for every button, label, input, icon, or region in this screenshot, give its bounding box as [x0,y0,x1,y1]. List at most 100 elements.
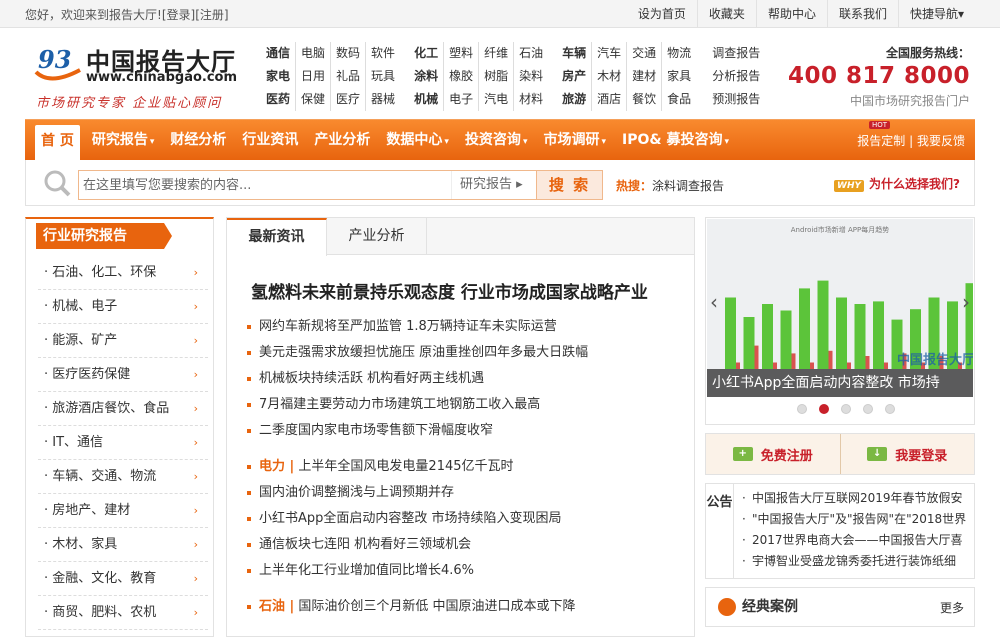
category-link[interactable]: 交通 [626,42,661,65]
slide-prev-icon[interactable]: ‹ [710,290,718,314]
login-button[interactable]: ↓ 我要登录 [841,434,975,474]
category-link[interactable]: 汽电 [478,88,513,111]
list-item[interactable]: 中国报告大厅互联网2019年春节放假安 [742,488,970,509]
list-item[interactable]: 美元走强需求放缓担忧施压 原油重挫创四年多最大日跌幅 [245,340,685,366]
category-link[interactable]: 医疗 [330,88,365,111]
category-link[interactable]: 电子 [443,88,478,111]
category-link[interactable]: 橡胶 [443,65,478,88]
slide-dot[interactable] [885,404,895,414]
list-item[interactable]: · 金融、文化、教育 › [38,562,208,596]
help-center-link[interactable]: 帮助中心 [755,0,827,28]
category-link[interactable]: 汽车 [591,42,626,65]
category-link[interactable]: 食品 [661,88,696,111]
cases-more-link[interactable]: 更多 [940,599,964,616]
category-link[interactable]: 木材 [591,65,626,88]
nav-item[interactable]: 产业分析 [306,120,378,161]
slide-caption[interactable]: 小红书App全面启动内容整改 市场持 [707,369,973,397]
category-link[interactable]: 医药 [266,88,295,111]
list-item[interactable]: 二季度国内家电市场零售额下滑幅度收窄 [245,418,685,444]
category-link[interactable]: 石油 [513,42,548,65]
slide-next-icon[interactable]: › [962,290,970,314]
category-link[interactable]: 物流 [661,42,696,65]
slide-dot[interactable] [819,404,829,414]
search-category-select[interactable]: 研究报告 ▸ [451,171,536,199]
category-link[interactable]: 日用 [295,65,330,88]
news-headline[interactable]: 氢燃料未来前景持乐观态度 行业市场成国家战略产业 [251,278,648,303]
category-link[interactable]: 数码 [330,42,365,65]
category-link[interactable]: 礼品 [330,65,365,88]
list-item[interactable]: "中国报告大厅"及"报告网"在"2018世界 [742,509,970,530]
category-link[interactable]: 车辆 [562,42,591,65]
nav-item[interactable]: 财经分析 [162,120,234,161]
list-item[interactable]: · 木材、家具 › [38,528,208,562]
list-item[interactable]: · 医疗医药保健 › [38,358,208,392]
category-link[interactable]: 家具 [661,65,696,88]
category-link[interactable]: 餐饮 [626,88,661,111]
nav-item[interactable]: 数据中心 ▾ [378,120,457,161]
category-link[interactable]: 房产 [562,65,591,88]
category-link[interactable]: 软件 [365,42,400,65]
register-button[interactable]: + 免费注册 [706,434,841,474]
category-link[interactable]: 机械 [414,88,443,111]
news-category[interactable]: 石油 | [259,599,294,614]
category-link[interactable]: 塑料 [443,42,478,65]
list-item[interactable]: 2017世界电商大会——中国报告大厅喜 [742,530,970,551]
category-link[interactable]: 纤维 [478,42,513,65]
list-item[interactable]: · 房地产、建材 › [38,494,208,528]
analysis-report-link[interactable]: 分析报告 [712,65,760,88]
category-link[interactable]: 材料 [513,88,548,111]
survey-report-link[interactable]: 调查报告 [712,42,760,65]
list-item[interactable]: · 旅游酒店餐饮、食品 › [38,392,208,426]
category-link[interactable]: 电脑 [295,42,330,65]
slide-dot[interactable] [841,404,851,414]
list-item[interactable]: · 石油、化工、环保 › [38,256,208,290]
list-item[interactable]: 机械板块持续活跃 机构看好两主线机遇 [245,366,685,392]
list-item[interactable]: 上半年化工行业增加值同比增长4.6% [245,558,685,584]
tab-latest-news[interactable]: 最新资讯 [227,218,327,256]
site-logo[interactable]: 93 中国报告大厅 www.chinabgao.com 市场研究专家 企业贴心顾… [30,40,250,115]
forecast-report-link[interactable]: 预测报告 [712,88,760,111]
category-link[interactable]: 通信 [266,42,295,65]
search-input[interactable] [79,171,451,199]
category-link[interactable]: 酒店 [591,88,626,111]
set-homepage-link[interactable]: 设为首页 [627,0,697,28]
report-custom-link[interactable]: 报告定制 [857,134,905,148]
news-category[interactable]: 电力 | [259,459,294,474]
list-item[interactable]: 网约车新规将至严加监管 1.8万辆持证车未实际运营 [245,314,685,340]
list-item[interactable]: · 车辆、交通、物流 › [38,460,208,494]
list-item[interactable]: 石油 | 国际油价创三个月新低 中国原油进口成本或下降 [245,594,685,620]
category-link[interactable]: 旅游 [562,88,591,111]
list-item[interactable]: · 能源、矿产 › [38,324,208,358]
quick-nav-dropdown[interactable]: 快捷导航▾ [897,0,975,28]
category-link[interactable]: 化工 [414,42,443,65]
favorites-link[interactable]: 收藏夹 [696,0,756,28]
tab-industry-analysis[interactable]: 产业分析 [327,218,427,254]
nav-item[interactable]: 市场调研 ▾ [535,120,614,161]
category-link[interactable]: 树脂 [478,65,513,88]
list-item[interactable]: 通信板块七连阳 机构看好三领域机会 [245,532,685,558]
contact-us-link[interactable]: 联系我们 [826,0,898,28]
search-button[interactable]: 搜 索 [536,171,602,199]
feedback-link[interactable]: 我要反馈 [917,134,965,148]
list-item[interactable]: · 机械、电子 › [38,290,208,324]
list-item[interactable]: 宇博智业受盛龙锦秀委托进行装饰纸细 [742,551,970,572]
category-link[interactable]: 保健 [295,88,330,111]
register-link[interactable]: [注册] [195,8,228,22]
list-item[interactable]: 7月福建主要劳动力市场建筑工地钢筋工收入最高 [245,392,685,418]
category-link[interactable]: 器械 [365,88,400,111]
nav-item[interactable]: 首 页 [35,125,80,161]
list-item[interactable]: 电力 | 上半年全国风电发电量2145亿千瓦时 [245,454,685,480]
category-link[interactable]: 建材 [626,65,661,88]
category-link[interactable]: 玩具 [365,65,400,88]
login-link[interactable]: [登录] [162,8,195,22]
slide-dot[interactable] [797,404,807,414]
why-choose-us[interactable]: WHY 为什么选择我们? [834,175,960,192]
nav-item[interactable]: IPO& 募投咨询 ▾ [614,120,737,161]
category-link[interactable]: 家电 [266,65,295,88]
list-item[interactable]: 国内油价调整搁浅与上调预期并存 [245,480,685,506]
hot-search-word[interactable]: 涂料调查报告 [652,179,724,193]
list-item[interactable]: 小红书App全面启动内容整改 市场持续陷入变现困局 [245,506,685,532]
list-item[interactable]: · 商贸、肥料、农机 › [38,596,208,630]
category-link[interactable]: 染料 [513,65,548,88]
nav-item[interactable]: 投资咨询 ▾ [457,120,536,161]
